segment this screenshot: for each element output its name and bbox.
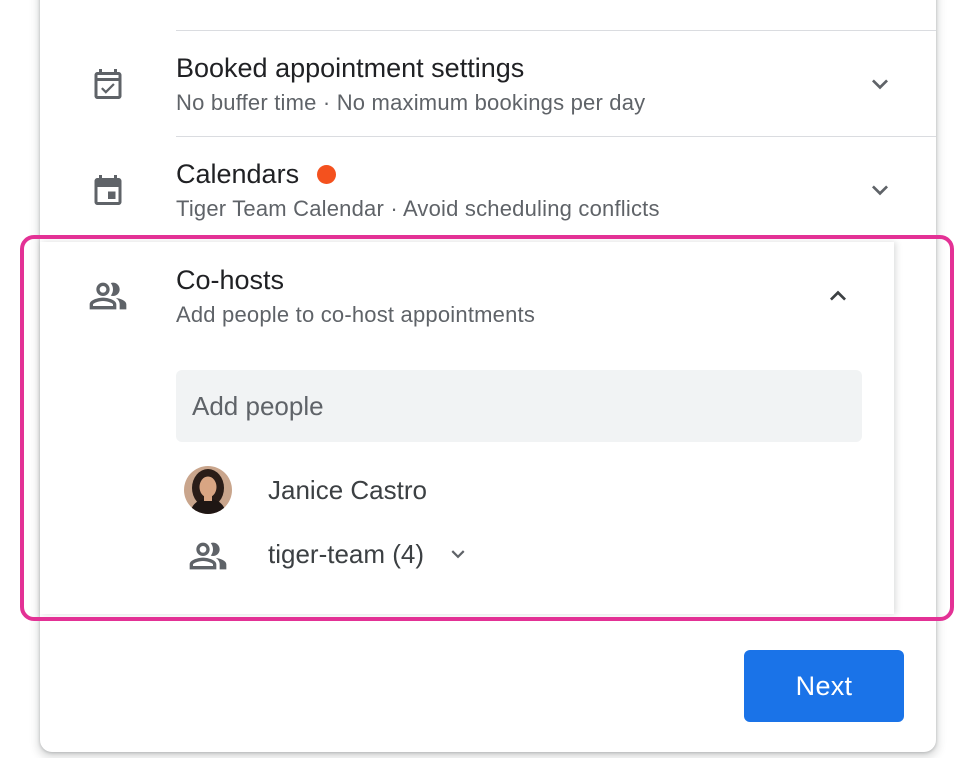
settings-card: Booked appointment settings No buffer ti… xyxy=(40,0,936,752)
calendars-title-text: Calendars xyxy=(176,159,300,189)
next-button[interactable]: Next xyxy=(744,650,904,722)
status-dot xyxy=(317,164,337,184)
add-people-input[interactable] xyxy=(176,370,862,442)
event-available-icon xyxy=(88,64,128,104)
chevron-down-icon[interactable] xyxy=(860,64,900,104)
chevron-up-icon[interactable] xyxy=(818,276,858,316)
booked-settings-title: Booked appointment settings xyxy=(176,53,525,83)
event-icon xyxy=(88,170,128,210)
cohosts-subtitle: Add people to co-host appointments xyxy=(176,302,536,327)
chevron-down-icon[interactable] xyxy=(444,540,472,568)
page: Booked appointment settings No buffer ti… xyxy=(0,0,972,758)
cohost-group-label: tiger-team (4) xyxy=(268,539,425,569)
cohosts-title: Co-hosts xyxy=(176,265,285,295)
calendars-title: Calendars xyxy=(176,157,337,191)
divider xyxy=(176,30,936,31)
cohost-name: Janice Castro xyxy=(268,475,427,505)
people-outline-icon xyxy=(188,536,228,576)
avatar xyxy=(184,466,232,514)
people-outline-icon xyxy=(88,276,128,316)
chevron-down-icon[interactable] xyxy=(860,170,900,210)
calendars-subtitle: Tiger Team Calendar · Avoid scheduling c… xyxy=(176,196,660,221)
cohost-group[interactable]: tiger-team (4) xyxy=(268,538,472,570)
booked-settings-subtitle: No buffer time · No maximum bookings per… xyxy=(176,90,646,115)
divider xyxy=(176,136,936,137)
cohosts-panel: Co-hosts Add people to co-host appointme… xyxy=(40,242,894,614)
